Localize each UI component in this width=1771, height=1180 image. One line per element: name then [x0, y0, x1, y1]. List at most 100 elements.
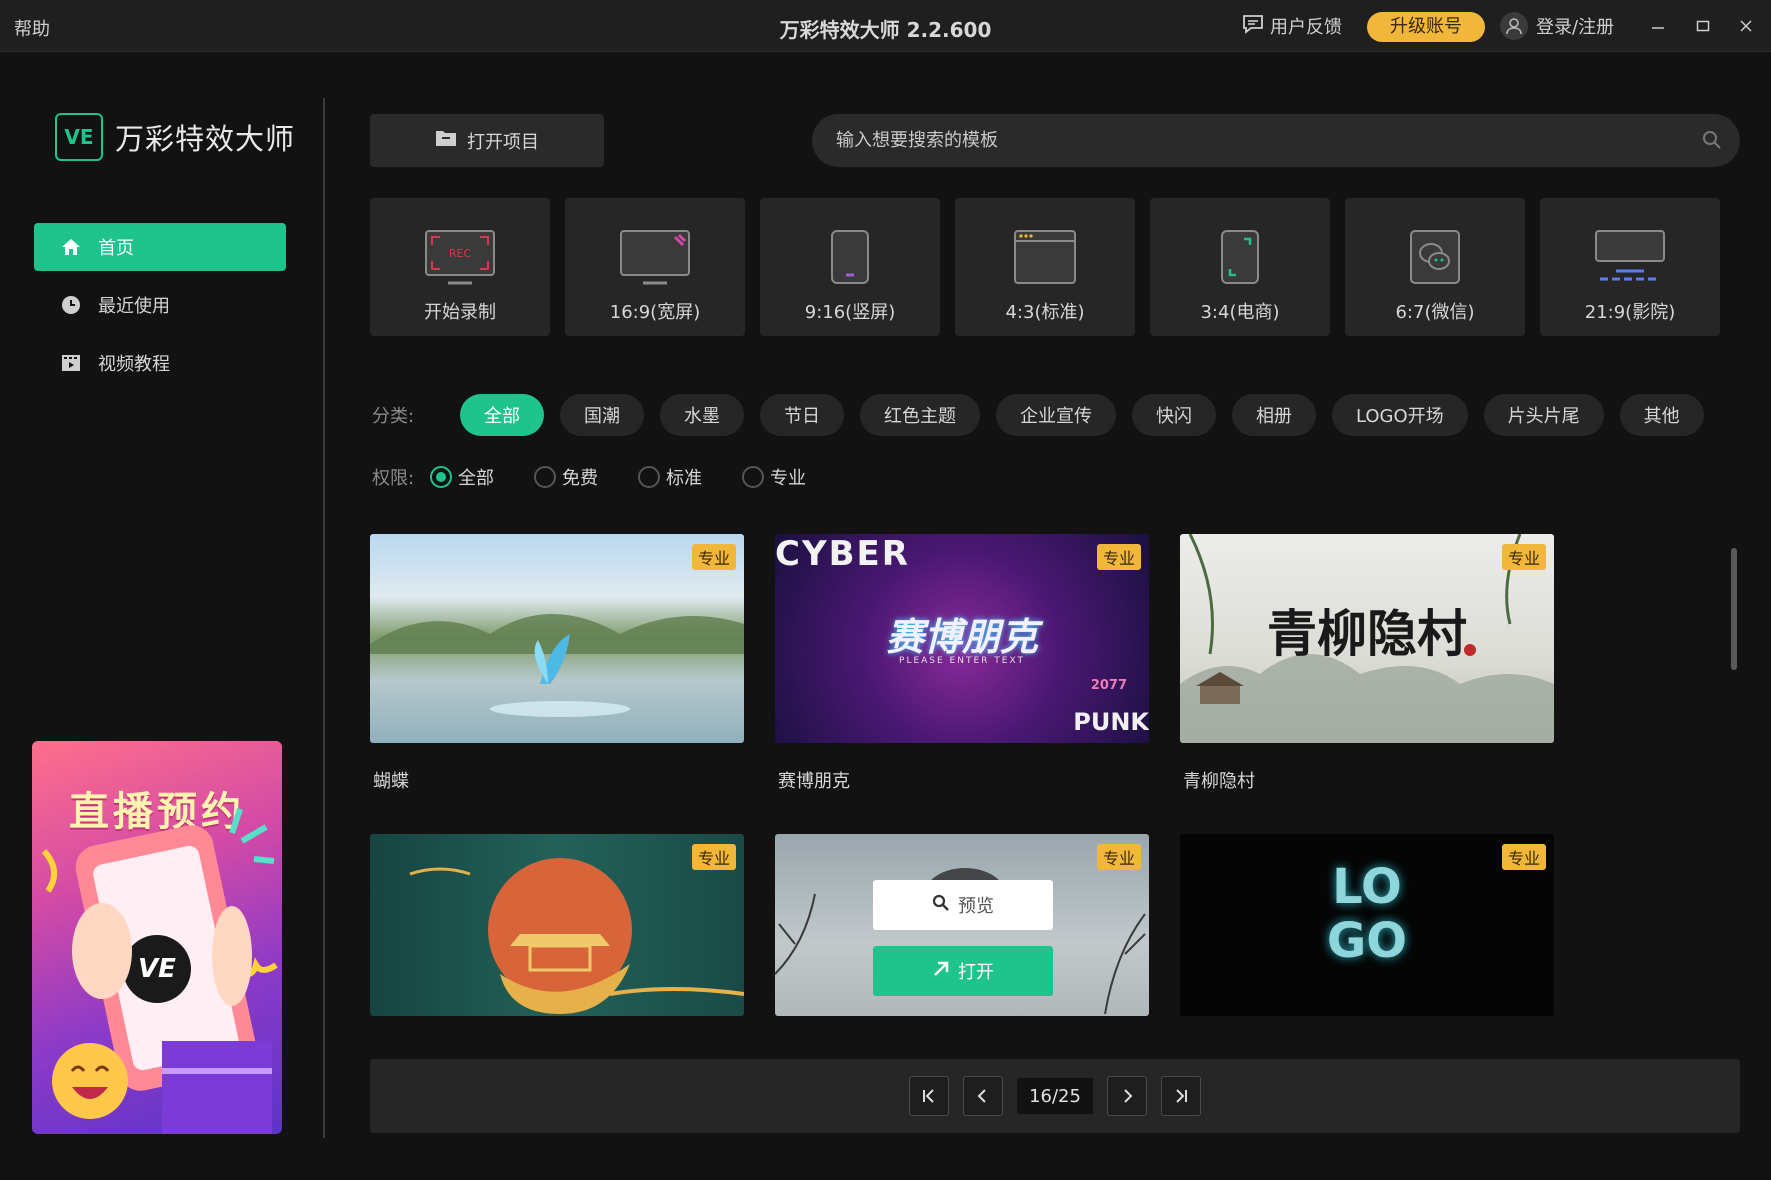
permission-radio-free[interactable]: 免费 — [534, 464, 598, 490]
category-chip[interactable]: LOGO开场 — [1332, 394, 1468, 436]
login-register-button[interactable]: 登录/注册 — [1500, 12, 1614, 40]
radio-label: 标准 — [666, 468, 702, 489]
ratio-start-recording[interactable]: REC 开始录制 — [370, 198, 550, 336]
live-booking-banner[interactable]: 直播预约 VE — [32, 741, 282, 1134]
permission-radio-all[interactable]: 全部 — [430, 464, 494, 490]
chevron-right-icon — [1124, 1089, 1133, 1103]
logo-badge: VE — [55, 113, 103, 161]
thumbnail-title: 青柳隐村 — [1267, 604, 1467, 663]
ecommerce-phone-icon — [1220, 218, 1260, 296]
sidebar-divider — [323, 98, 325, 1138]
home-icon — [60, 236, 82, 258]
category-chip[interactable]: 其他 — [1619, 394, 1704, 436]
radio-dot — [534, 466, 556, 488]
open-project-button[interactable]: 打开项目 — [370, 114, 604, 167]
radio-dot — [638, 466, 660, 488]
close-button[interactable] — [1728, 10, 1764, 42]
ratio-9-16[interactable]: 9:16(竖屏) — [760, 198, 940, 336]
pro-badge: 专业 — [691, 544, 736, 570]
last-page-button[interactable] — [1161, 1076, 1201, 1116]
feedback-button[interactable]: 用户反馈 — [1242, 13, 1342, 39]
template-title: 蝴蝶 — [373, 771, 409, 792]
open-template-button[interactable]: 打开 — [873, 946, 1053, 996]
sidebar-item-label: 首页 — [98, 238, 134, 259]
pagination-bar: 16/25 — [370, 1059, 1740, 1133]
template-thumbnail: 专业 预览 打开 — [775, 834, 1149, 1016]
sidebar-item-recent[interactable]: 最近使用 — [34, 281, 286, 329]
pro-badge: 专业 — [1501, 544, 1546, 570]
sidebar-item-label: 视频教程 — [98, 354, 170, 375]
minimize-button[interactable] — [1640, 10, 1676, 42]
pro-badge: 专业 — [1501, 844, 1546, 870]
category-chip[interactable]: 水墨 — [660, 394, 744, 436]
preview-button[interactable]: 预览 — [873, 880, 1053, 930]
ratio-4-3[interactable]: 4:3(标准) — [955, 198, 1135, 336]
template-card[interactable]: 专业 预览 打开 — [775, 834, 1149, 1016]
search-input[interactable] — [836, 130, 1676, 151]
logo-text: 万彩特效大师 — [115, 122, 296, 156]
ratio-label: 21:9(影院) — [1584, 302, 1676, 323]
template-thumbnail: 青柳隐村 专业 — [1180, 534, 1554, 743]
template-search-bar — [812, 114, 1740, 167]
radio-label: 全部 — [458, 468, 494, 489]
sidebar-item-label: 最近使用 — [98, 296, 170, 317]
pro-badge: 专业 — [1096, 844, 1141, 870]
category-chip[interactable]: 国潮 — [560, 394, 644, 436]
ratio-label: 4:3(标准) — [1005, 302, 1085, 323]
page-indicator: 16/25 — [1017, 1078, 1093, 1114]
app-logo: VE 万彩特效大师 — [55, 113, 295, 161]
minimize-icon — [1652, 27, 1664, 29]
template-card[interactable]: LO GO 专业 — [1180, 834, 1554, 1016]
first-page-button[interactable] — [909, 1076, 949, 1116]
ratio-3-4[interactable]: 3:4(电商) — [1150, 198, 1330, 336]
next-page-button[interactable] — [1107, 1076, 1147, 1116]
open-project-label: 打开项目 — [467, 131, 539, 153]
help-menu[interactable]: 帮助 — [14, 15, 50, 41]
ratio-6-7[interactable]: 6:7(微信) — [1345, 198, 1525, 336]
template-thumbnail: LO GO 专业 — [1180, 834, 1554, 1016]
template-card[interactable]: 专业 — [370, 834, 744, 1016]
arrow-up-right-icon — [932, 960, 950, 983]
pro-badge: 专业 — [691, 844, 736, 870]
wechat-icon — [1409, 218, 1461, 296]
radio-dot — [742, 466, 764, 488]
category-chip[interactable]: 节日 — [760, 394, 844, 436]
maximize-button[interactable] — [1685, 10, 1721, 42]
template-thumbnail: CYBER 赛博朋克 PLEASE ENTER TEXT 2077 PUNK 专… — [775, 534, 1149, 743]
ratio-21-9[interactable]: 21:9(影院) — [1540, 198, 1720, 336]
radio-label: 免费 — [562, 468, 598, 489]
radio-dot — [430, 466, 452, 488]
permission-radio-pro[interactable]: 专业 — [742, 464, 806, 490]
template-card[interactable]: 青柳隐村 专业 青柳隐村 — [1180, 534, 1554, 793]
search-icon[interactable] — [1702, 130, 1722, 155]
chinese-moon-illustration — [409, 858, 744, 1014]
permission-radio-standard[interactable]: 标准 — [638, 464, 702, 490]
category-chip[interactable]: 全部 — [460, 394, 544, 436]
thumbnail-title: LO GO — [1326, 859, 1408, 969]
chevron-left-icon — [977, 1089, 986, 1103]
category-chip[interactable]: 相册 — [1232, 394, 1316, 436]
template-card[interactable]: CYBER 赛博朋克 PLEASE ENTER TEXT 2077 PUNK 专… — [775, 534, 1149, 793]
category-chip[interactable]: 片头片尾 — [1483, 394, 1604, 436]
feedback-icon — [1242, 14, 1264, 39]
feedback-label: 用户反馈 — [1270, 17, 1342, 38]
last-page-icon — [1176, 1089, 1187, 1103]
category-chip[interactable]: 红色主题 — [860, 394, 980, 436]
category-chip[interactable]: 企业宣传 — [996, 394, 1116, 436]
sidebar-item-tutorials[interactable]: 视频教程 — [34, 339, 286, 387]
thumbnail-heading: CYBER — [775, 534, 910, 574]
template-card[interactable]: 专业 蝴蝶 — [370, 534, 744, 793]
pro-badge: 专业 — [1096, 544, 1141, 570]
category-chip[interactable]: 快闪 — [1132, 394, 1216, 436]
portrait-phone-icon — [830, 218, 870, 296]
ratio-16-9[interactable]: 16:9(宽屏) — [565, 198, 745, 336]
first-page-icon — [923, 1089, 934, 1103]
sidebar-item-home[interactable]: 首页 — [34, 223, 286, 271]
previous-page-button[interactable] — [963, 1076, 1003, 1116]
upgrade-account-button[interactable]: 升级账号 — [1367, 12, 1485, 42]
radio-label: 专业 — [770, 468, 806, 489]
maximize-icon — [1696, 20, 1710, 32]
template-scrollbar[interactable] — [1731, 548, 1737, 670]
thumbnail-title: 赛博朋克 — [885, 615, 1038, 659]
template-thumbnail: 专业 — [370, 534, 744, 743]
